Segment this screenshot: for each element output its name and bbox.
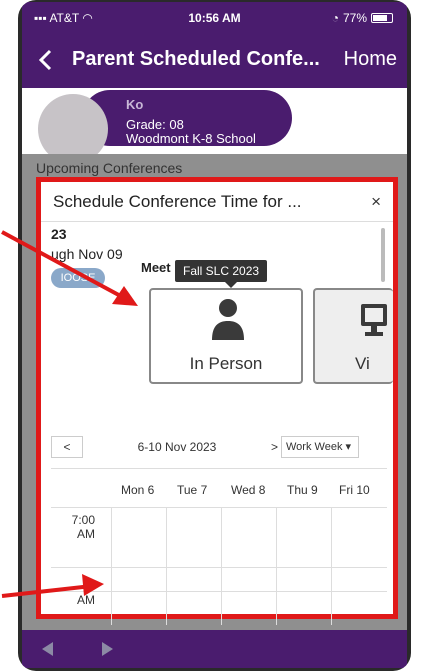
day-header: Wed 8 bbox=[231, 483, 266, 497]
conference-range: ugh Nov 09 bbox=[51, 246, 123, 262]
battery-area: ◔ 77% bbox=[332, 11, 393, 25]
student-grade: Grade: 08 bbox=[126, 117, 184, 132]
close-icon[interactable]: × bbox=[371, 192, 381, 212]
conference-year: 23 bbox=[51, 226, 67, 242]
back-chevron-icon[interactable] bbox=[34, 48, 58, 72]
day-header: Mon 6 bbox=[121, 483, 155, 497]
choose-badge[interactable]: IOOSE bbox=[51, 268, 105, 288]
nav-bar: Parent Scheduled Confe... Home bbox=[22, 32, 407, 88]
browser-back-icon[interactable] bbox=[42, 642, 53, 656]
calendar-toolbar: < 6-10 Nov 2023 > Work Week ▾ bbox=[51, 436, 387, 458]
view-select-label: Work Week ▾ bbox=[286, 441, 352, 453]
tooltip: Fall SLC 2023 bbox=[175, 260, 268, 282]
student-card[interactable]: Ko Grade: 08 Woodmont K-8 School bbox=[82, 90, 292, 146]
student-school: Woodmont K-8 School bbox=[126, 131, 256, 146]
person-icon bbox=[212, 299, 244, 340]
day-header: Thu 9 bbox=[287, 483, 318, 497]
view-select[interactable]: Work Week ▾ bbox=[281, 436, 359, 458]
in-person-label: In Person bbox=[189, 354, 263, 373]
schedule-modal: Schedule Conference Time for ... × 23 ug… bbox=[36, 177, 398, 625]
student-strip: Ko Grade: 08 Woodmont K-8 School bbox=[22, 88, 407, 164]
virtual-label: Vi bbox=[355, 354, 370, 373]
calendar: < 6-10 Nov 2023 > Work Week ▾ Mon 6 Tue … bbox=[51, 436, 387, 625]
alarm-icon: ◔ bbox=[331, 11, 339, 25]
status-bar: ▪▪▪ AT&T ◠ 10:56 AM ◔ 77% bbox=[22, 2, 407, 32]
browser-forward-icon[interactable] bbox=[102, 642, 113, 656]
meet-label: Meet bbox=[141, 260, 171, 275]
scrollbar[interactable] bbox=[381, 228, 385, 282]
tooltip-arrow bbox=[225, 282, 237, 288]
battery-icon bbox=[371, 13, 393, 23]
page-title: Parent Scheduled Confe... bbox=[72, 48, 320, 70]
time-label: 7:00 AM bbox=[71, 513, 95, 541]
time-label: 7: AM bbox=[77, 579, 95, 607]
student-name: Ko bbox=[126, 97, 144, 112]
in-person-option[interactable]: In Person bbox=[149, 288, 303, 384]
screen: ▪▪▪ AT&T ◠ 10:56 AM ◔ 77% Parent Schedul… bbox=[22, 2, 407, 668]
prev-week-button[interactable]: < bbox=[51, 436, 83, 458]
week-range: 6-10 Nov 2023 bbox=[137, 440, 217, 454]
home-link[interactable]: Home bbox=[344, 48, 397, 71]
modal-header: Schedule Conference Time for ... × bbox=[41, 182, 393, 222]
day-header: Fri 10 bbox=[339, 483, 370, 497]
monitor-icon bbox=[361, 304, 387, 336]
battery-percent: 77% bbox=[342, 11, 367, 25]
virtual-option[interactable]: Vi bbox=[313, 288, 393, 384]
day-header: Tue 7 bbox=[177, 483, 208, 497]
upcoming-conferences-heading: Upcoming Conferences bbox=[36, 160, 183, 176]
browser-toolbar bbox=[22, 630, 407, 668]
modal-title: Schedule Conference Time for ... bbox=[53, 192, 302, 211]
calendar-grid: Mon 6 Tue 7 Wed 8 Thu 9 Fri 10 7:00 AM 7… bbox=[51, 468, 387, 625]
phone-frame: ▪▪▪ AT&T ◠ 10:56 AM ◔ 77% Parent Schedul… bbox=[18, 0, 411, 671]
